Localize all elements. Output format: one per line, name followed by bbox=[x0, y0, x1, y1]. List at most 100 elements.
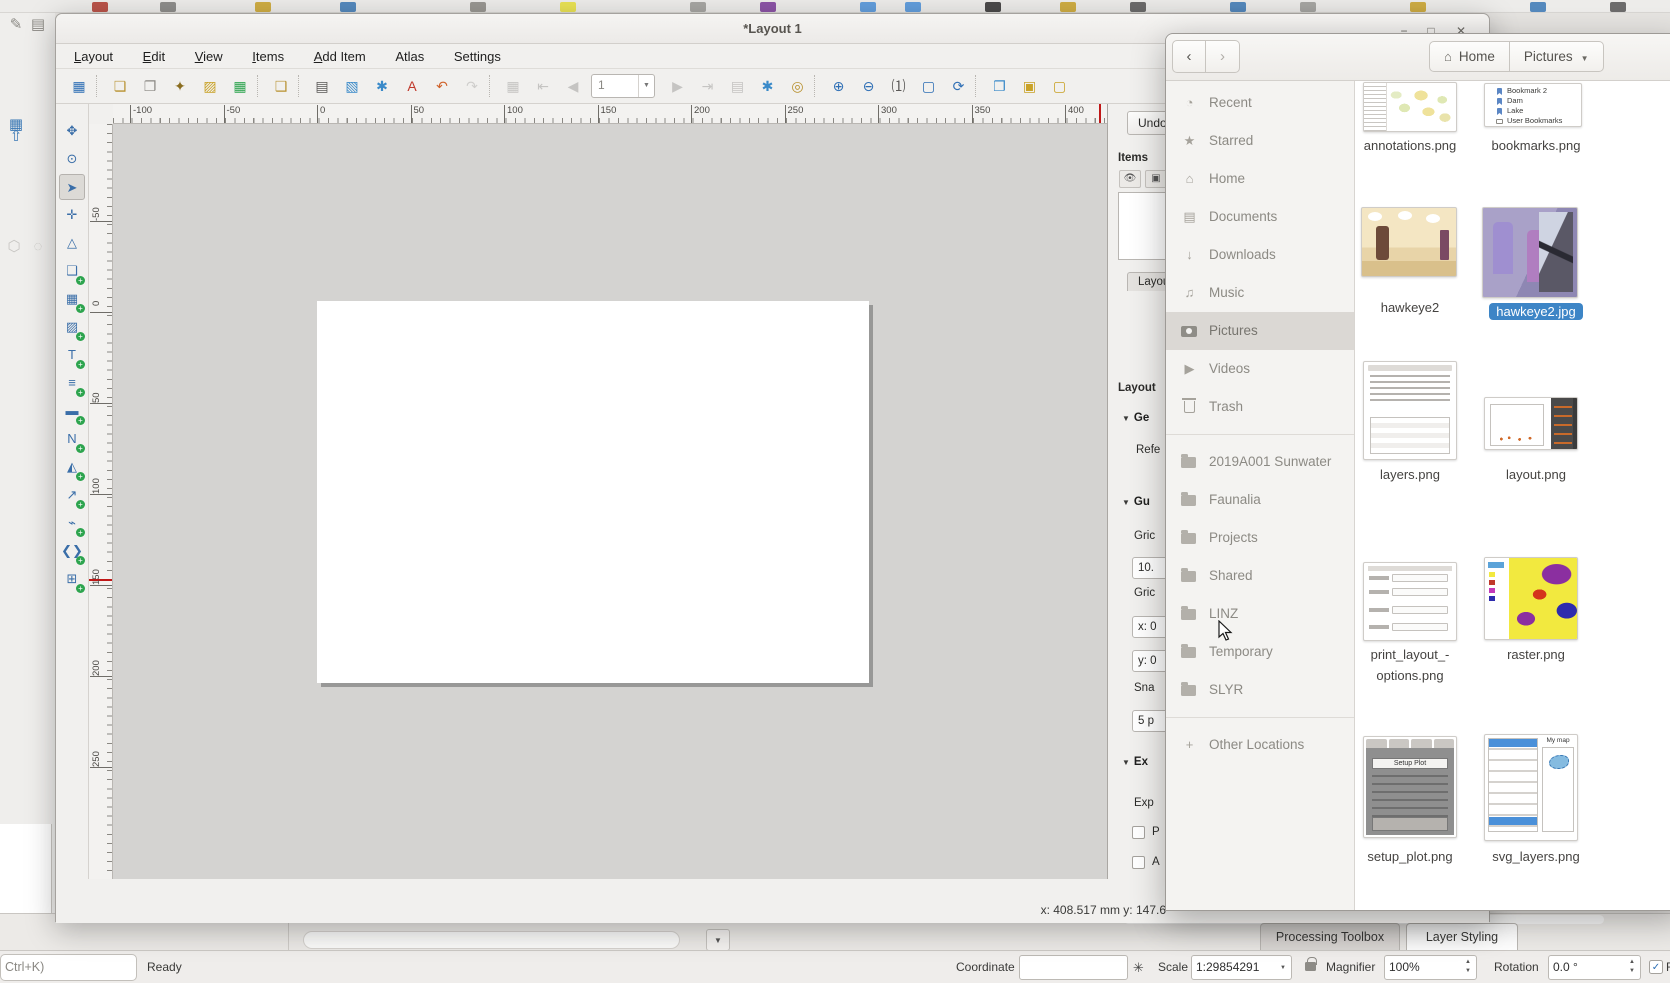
toolbar-atlas-settings-button[interactable]: ◎ bbox=[784, 73, 810, 99]
back-button[interactable]: ‹ bbox=[1172, 40, 1206, 73]
spinner-arrows[interactable]: ▲▼ bbox=[1626, 958, 1638, 977]
lock-icon[interactable]: ▣ bbox=[1145, 170, 1167, 188]
tool-add-arrow-button[interactable]: ↗ bbox=[59, 482, 85, 508]
tool-add-shape-button[interactable]: ◭ bbox=[59, 454, 85, 480]
toolbar-save-as-template-button[interactable]: ▦ bbox=[227, 73, 253, 99]
tool-add-map-button[interactable]: ▦ bbox=[59, 286, 85, 312]
tool-pan-button[interactable]: ✥ bbox=[59, 118, 85, 144]
layout-page[interactable] bbox=[317, 301, 869, 683]
forward-button[interactable]: › bbox=[1206, 40, 1240, 73]
toolbar-export-as-svg-button[interactable]: ✱ bbox=[369, 73, 395, 99]
toolbar-duplicate-layout-button[interactable]: ❐ bbox=[137, 73, 163, 99]
coordinate-input[interactable] bbox=[1019, 955, 1128, 980]
tool-add-north-arrow-button[interactable]: N bbox=[59, 426, 85, 452]
toolbar-export-as-pdf-button[interactable]: A bbox=[399, 73, 425, 99]
toolbar-zoom-out-button[interactable]: ⊖ bbox=[855, 73, 881, 99]
section-guides[interactable]: ▼Gu bbox=[1122, 496, 1150, 508]
file-grid[interactable]: annotations.png Bookmark 2 Dam Lake User… bbox=[1355, 81, 1670, 911]
tool-add-picture-button[interactable]: ▨ bbox=[59, 314, 85, 340]
sidebar-item-faunalia[interactable]: Faunalia bbox=[1166, 481, 1354, 519]
atlas-page-spinner[interactable]: 1▼ bbox=[591, 74, 655, 98]
toolbar-print-layout-button[interactable]: ▤ bbox=[309, 73, 335, 99]
toolbar-add-items-from-template-button[interactable]: ▨ bbox=[197, 73, 223, 99]
tool-select-move-item-button[interactable]: ➤ bbox=[59, 174, 85, 200]
sidebar-item-downloads[interactable]: ↓Downloads bbox=[1166, 236, 1354, 274]
toolbar-redo-button[interactable]: ↷ bbox=[459, 73, 485, 99]
toolbar-atlas-last-feature-button[interactable]: ⇥ bbox=[694, 73, 720, 99]
toolbar-refresh-view-button[interactable]: ⟳ bbox=[945, 73, 971, 99]
toolbar-atlas-preview-button[interactable]: ▦ bbox=[500, 73, 526, 99]
section-general[interactable]: ▼Ge bbox=[1122, 412, 1149, 424]
locator-search-input[interactable]: Ctrl+K) bbox=[0, 954, 137, 981]
toolbar-zoom-in-button[interactable]: ⊕ bbox=[825, 73, 851, 99]
menu-settings[interactable]: Settings bbox=[454, 44, 501, 69]
lock-scale-icon[interactable] bbox=[1305, 962, 1316, 971]
menu-items[interactable]: Items bbox=[252, 44, 284, 69]
toolbar-atlas-first-feature-button[interactable]: ⇤ bbox=[530, 73, 556, 99]
tool-edit-nodes-item-button[interactable]: △ bbox=[59, 230, 85, 256]
chevron-down-icon[interactable]: ▼ bbox=[1277, 964, 1289, 983]
sidebar-item-starred[interactable]: ★Starred bbox=[1166, 122, 1354, 160]
sidebar-item-temporary[interactable]: Temporary bbox=[1166, 633, 1354, 671]
toolbar-undo-button[interactable]: ↶ bbox=[429, 73, 455, 99]
tool-move-item-content-button[interactable]: ✛ bbox=[59, 202, 85, 228]
sidebar-item-linz[interactable]: LINZ bbox=[1166, 595, 1354, 633]
toolbar-add-pages-button[interactable]: ❑ bbox=[268, 73, 294, 99]
sidebar-item-home[interactable]: ⌂Home bbox=[1166, 160, 1354, 198]
toolbar-zoom-actual-size-button[interactable]: ⑴ bbox=[885, 73, 911, 99]
tool-add-html-button[interactable]: ❮❯ bbox=[59, 538, 85, 564]
export-checkbox-1[interactable] bbox=[1132, 826, 1145, 839]
toolbar-zoom-full-extent-button[interactable]: ▢ bbox=[915, 73, 941, 99]
render-checkbox[interactable]: ✓ bbox=[1649, 960, 1663, 974]
toolbar-layout-manager-button[interactable]: ✦ bbox=[167, 73, 193, 99]
sidebar-item-trash[interactable]: Trash bbox=[1166, 388, 1354, 426]
tab-processing-toolbox[interactable]: Processing Toolbox bbox=[1260, 923, 1400, 951]
scale-combo[interactable]: 1:29854291 ▼ bbox=[1191, 955, 1292, 980]
toolbar-export-as-image-button[interactable]: ▧ bbox=[339, 73, 365, 99]
menu-atlas[interactable]: Atlas bbox=[395, 44, 424, 69]
toolbar-print-atlas-button[interactable]: ▤ bbox=[724, 73, 750, 99]
eye-icon[interactable]: 👁 bbox=[1119, 170, 1141, 188]
toolbar-atlas-previous-feature-button[interactable]: ◀ bbox=[560, 73, 586, 99]
sidebar-item-shared[interactable]: Shared bbox=[1166, 557, 1354, 595]
sidebar-item-slyr[interactable]: SLYR bbox=[1166, 671, 1354, 709]
extents-icon[interactable]: ✳ bbox=[1133, 951, 1144, 983]
tool-zoom-button[interactable]: ⊙ bbox=[59, 146, 85, 172]
tab-layer-styling[interactable]: Layer Styling bbox=[1406, 923, 1518, 951]
sidebar-item-videos[interactable]: ▶Videos bbox=[1166, 350, 1354, 388]
sidebar-item-music[interactable]: ♫Music bbox=[1166, 274, 1354, 312]
rotation-spinner[interactable]: 0.0 ° ▲▼ bbox=[1548, 955, 1641, 980]
tool-add-page-button[interactable]: ❑ bbox=[59, 258, 85, 284]
path-pictures-button[interactable]: Pictures▼ bbox=[1509, 42, 1603, 71]
sidebar-item-projects[interactable]: Projects bbox=[1166, 519, 1354, 557]
menu-view[interactable]: View bbox=[195, 44, 223, 69]
layout-canvas[interactable] bbox=[113, 124, 1107, 879]
magnifier-spinner[interactable]: 100% ▲▼ bbox=[1384, 955, 1477, 980]
toolbar-save-project-button[interactable]: ▦ bbox=[66, 73, 92, 99]
sidebar-item-documents[interactable]: ▤Documents bbox=[1166, 198, 1354, 236]
chevron-down-icon[interactable]: ▼ bbox=[706, 929, 730, 951]
export-checkbox-2[interactable] bbox=[1132, 856, 1145, 869]
toolbar-lock-selected-items-button[interactable]: ▣ bbox=[1016, 73, 1042, 99]
sidebar-item-pictures[interactable]: Pictures bbox=[1166, 312, 1354, 350]
menu-layout[interactable]: Layout bbox=[74, 44, 113, 69]
toolbar-new-layout-button[interactable]: ❏ bbox=[107, 73, 133, 99]
menu-add-item[interactable]: Add Item bbox=[314, 44, 366, 69]
spinner-arrows[interactable]: ▲▼ bbox=[1462, 958, 1474, 977]
tool-add-node-item-button[interactable]: ⌁ bbox=[59, 510, 85, 536]
toolbar-export-atlas-as-image-button[interactable]: ✱ bbox=[754, 73, 780, 99]
chevron-down-icon[interactable]: ▼ bbox=[638, 75, 654, 97]
tool-add-legend-button[interactable]: ≡ bbox=[59, 370, 85, 396]
sidebar-item-2019a001-sunwater[interactable]: 2019A001 Sunwater bbox=[1166, 443, 1354, 481]
toolbar-raise-selected-items-button[interactable]: ❐ bbox=[986, 73, 1012, 99]
sidebar-item-other-locations[interactable]: +Other Locations bbox=[1166, 726, 1354, 764]
path-home-button[interactable]: ⌂Home bbox=[1430, 42, 1509, 71]
tool-add-attribute-table-button[interactable]: ⊞ bbox=[59, 566, 85, 592]
sidebar-item-recent[interactable]: ◔Recent bbox=[1166, 84, 1354, 122]
file-manager-headerbar[interactable]: ‹ › ⌂Home Pictures▼ bbox=[1166, 34, 1670, 81]
section-export[interactable]: ▼Ex bbox=[1122, 756, 1148, 768]
toolbar-unlock-all-items-button[interactable]: ▢ bbox=[1046, 73, 1072, 99]
toolbar-atlas-next-feature-button[interactable]: ▶ bbox=[664, 73, 690, 99]
tool-add-label-button[interactable]: T bbox=[59, 342, 85, 368]
horizontal-scrollbar[interactable] bbox=[303, 931, 680, 949]
